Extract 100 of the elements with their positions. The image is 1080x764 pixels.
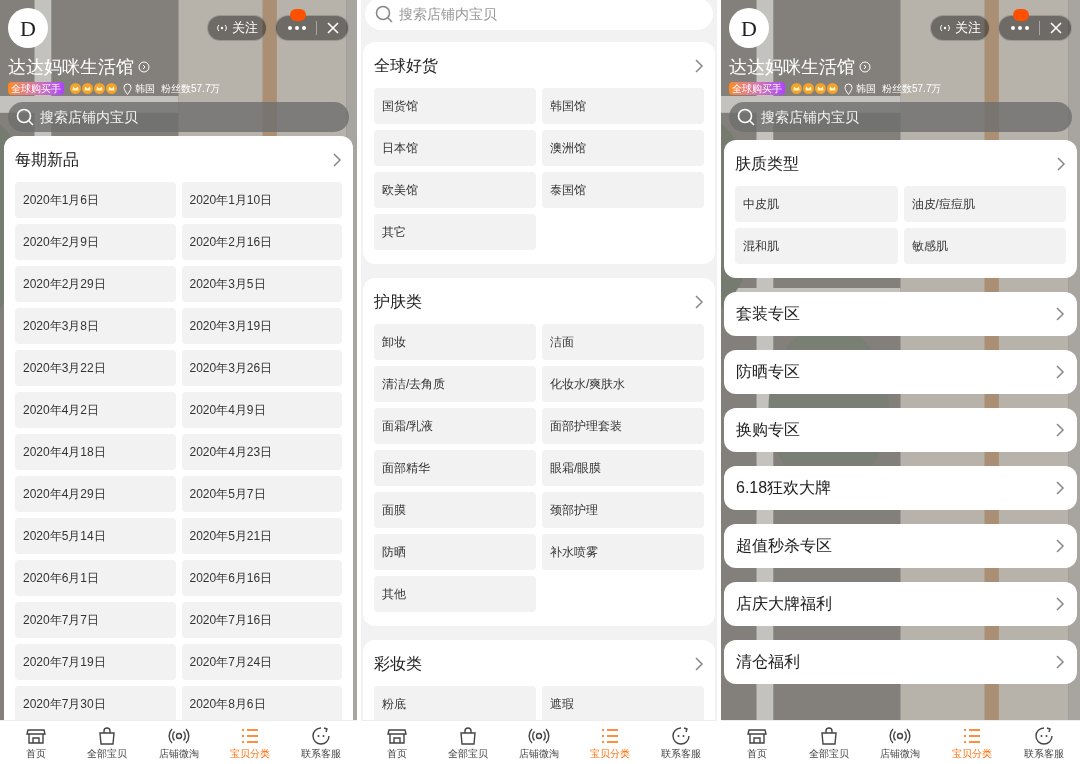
category-item[interactable]: 韩国馆 [542, 88, 704, 124]
arrow-circle-icon[interactable] [859, 61, 871, 73]
category-item[interactable]: 其他 [374, 576, 536, 612]
category-item[interactable]: 防晒 [374, 534, 536, 570]
category-item[interactable]: 卸妆 [374, 324, 536, 360]
close-icon[interactable] [1050, 22, 1062, 34]
category-item[interactable]: 2020年4月9日 [181, 392, 342, 428]
tab[interactable]: 店铺微淘 [503, 721, 575, 764]
category-link[interactable]: 套装专区 [724, 292, 1077, 336]
category-item[interactable]: 2020年5月7日 [181, 476, 342, 512]
tab[interactable]: 全部宝贝 [432, 721, 504, 764]
category-item[interactable]: 中皮肌 [735, 186, 898, 222]
category-item[interactable]: 面部护理套装 [542, 408, 704, 444]
seller-badge: 全球购买手 [729, 82, 785, 95]
category-item[interactable]: 2020年1月6日 [15, 182, 176, 218]
search-icon [375, 5, 393, 23]
location-pin-icon [123, 82, 132, 95]
category-link[interactable]: 防晒专区 [724, 350, 1077, 394]
tab[interactable]: 联系客服 [645, 721, 717, 764]
category-item[interactable]: 其它 [374, 214, 536, 250]
category-item[interactable]: 2020年7月16日 [181, 602, 342, 638]
category-item[interactable]: 粉底 [374, 686, 536, 720]
broadcast-icon [216, 23, 228, 33]
category-link[interactable]: 换购专区 [724, 408, 1077, 452]
category-item[interactable]: 敏感肌 [903, 228, 1066, 264]
tab[interactable]: 联系客服 [1008, 721, 1080, 764]
tab[interactable]: 首页 [361, 721, 433, 764]
category-item[interactable]: 补水喷雾 [542, 534, 704, 570]
category-item[interactable]: 眼霜/眼膜 [542, 450, 704, 486]
tab[interactable]: 店铺微淘 [864, 721, 937, 764]
category-link[interactable]: 6.18狂欢大牌 [724, 466, 1077, 510]
category-item[interactable]: 面霜/乳液 [374, 408, 536, 444]
category-item[interactable]: 日本馆 [374, 130, 536, 166]
broadcast-icon [939, 23, 951, 33]
category-item[interactable]: 遮瑕 [542, 686, 704, 720]
search-field[interactable]: 搜索店铺内宝贝 [8, 102, 349, 132]
category-item[interactable]: 2020年1月10日 [181, 182, 342, 218]
tab[interactable]: 首页 [721, 721, 793, 764]
follow-button[interactable]: 关注 [930, 15, 990, 41]
search-icon [16, 108, 34, 126]
more-icon[interactable] [1011, 26, 1029, 30]
tab[interactable]: 联系客服 [285, 721, 357, 764]
category-item[interactable]: 混和肌 [735, 228, 898, 264]
category-item[interactable]: 2020年2月16日 [181, 224, 342, 260]
category-item[interactable]: 2020年3月22日 [15, 350, 176, 386]
crown-icons [791, 83, 838, 94]
tab[interactable]: 首页 [0, 721, 72, 764]
category-item[interactable]: 2020年4月18日 [15, 434, 176, 470]
category-item[interactable]: 欧美馆 [374, 172, 536, 208]
category-item[interactable]: 颈部护理 [542, 492, 704, 528]
category-item[interactable]: 2020年7月19日 [15, 644, 176, 680]
chevron-icon [1056, 539, 1065, 553]
category-item[interactable]: 2020年7月24日 [181, 644, 342, 680]
category-item[interactable]: 洁面 [542, 324, 704, 360]
tab[interactable]: 店铺微淘 [142, 721, 215, 764]
tab[interactable]: 全部宝贝 [792, 721, 865, 764]
category-item[interactable]: 2020年8月6日 [181, 686, 342, 720]
crown-icons [70, 83, 117, 94]
category-item[interactable]: 2020年5月14日 [15, 518, 176, 554]
category-item[interactable]: 2020年3月19日 [181, 308, 342, 344]
search-field[interactable]: 搜索店铺内宝贝 [729, 102, 1072, 132]
arrow-circle-icon[interactable] [138, 61, 150, 73]
category-item[interactable]: 油皮/痘痘肌 [903, 186, 1066, 222]
category-item[interactable]: 清洁/去角质 [374, 366, 536, 402]
category-item[interactable]: 2020年4月23日 [181, 434, 342, 470]
category-item[interactable]: 2020年3月5日 [181, 266, 342, 302]
category-item[interactable]: 2020年2月29日 [15, 266, 176, 302]
chevron-icon [695, 657, 704, 671]
fans-count: 粉丝数57.7万 [882, 82, 942, 96]
category-item[interactable]: 2020年4月29日 [15, 476, 176, 512]
search-icon [737, 108, 755, 126]
close-icon[interactable] [327, 22, 339, 34]
category-item[interactable]: 2020年4月2日 [15, 392, 176, 428]
location-text: 韩国 [135, 82, 155, 96]
tab[interactable]: 全部宝贝 [71, 721, 143, 764]
category-link[interactable]: 店庆大牌福利 [724, 582, 1077, 626]
location-text: 韩国 [856, 82, 876, 96]
category-item[interactable]: 化妆水/爽肤水 [542, 366, 704, 402]
category-item[interactable]: 2020年5月21日 [181, 518, 342, 554]
category-item[interactable]: 2020年6月16日 [181, 560, 342, 596]
chat-face-icon [670, 725, 693, 747]
category-item[interactable]: 2020年2月9日 [15, 224, 176, 260]
follow-button[interactable]: 关注 [207, 15, 267, 41]
category-item[interactable]: 2020年6月1日 [15, 560, 176, 596]
chevron-icon [695, 295, 704, 309]
category-link[interactable]: 清仓福利 [724, 640, 1077, 684]
seller-badge: 全球购买手 [8, 82, 64, 95]
category-item[interactable]: 2020年3月8日 [15, 308, 176, 344]
category-item[interactable]: 2020年7月30日 [15, 686, 176, 720]
category-item[interactable]: 面膜 [374, 492, 536, 528]
category-item[interactable]: 2020年3月26日 [181, 350, 342, 386]
chevron-icon [1056, 365, 1065, 379]
category-title: 肤质类型 [735, 154, 799, 174]
category-item[interactable]: 泰国馆 [542, 172, 704, 208]
category-link[interactable]: 超值秒杀专区 [724, 524, 1077, 568]
category-item[interactable]: 国货馆 [374, 88, 536, 124]
category-item[interactable]: 面部精华 [374, 450, 536, 486]
category-item[interactable]: 2020年7月7日 [15, 602, 176, 638]
category-item[interactable]: 澳洲馆 [542, 130, 704, 166]
more-icon[interactable] [288, 26, 306, 30]
